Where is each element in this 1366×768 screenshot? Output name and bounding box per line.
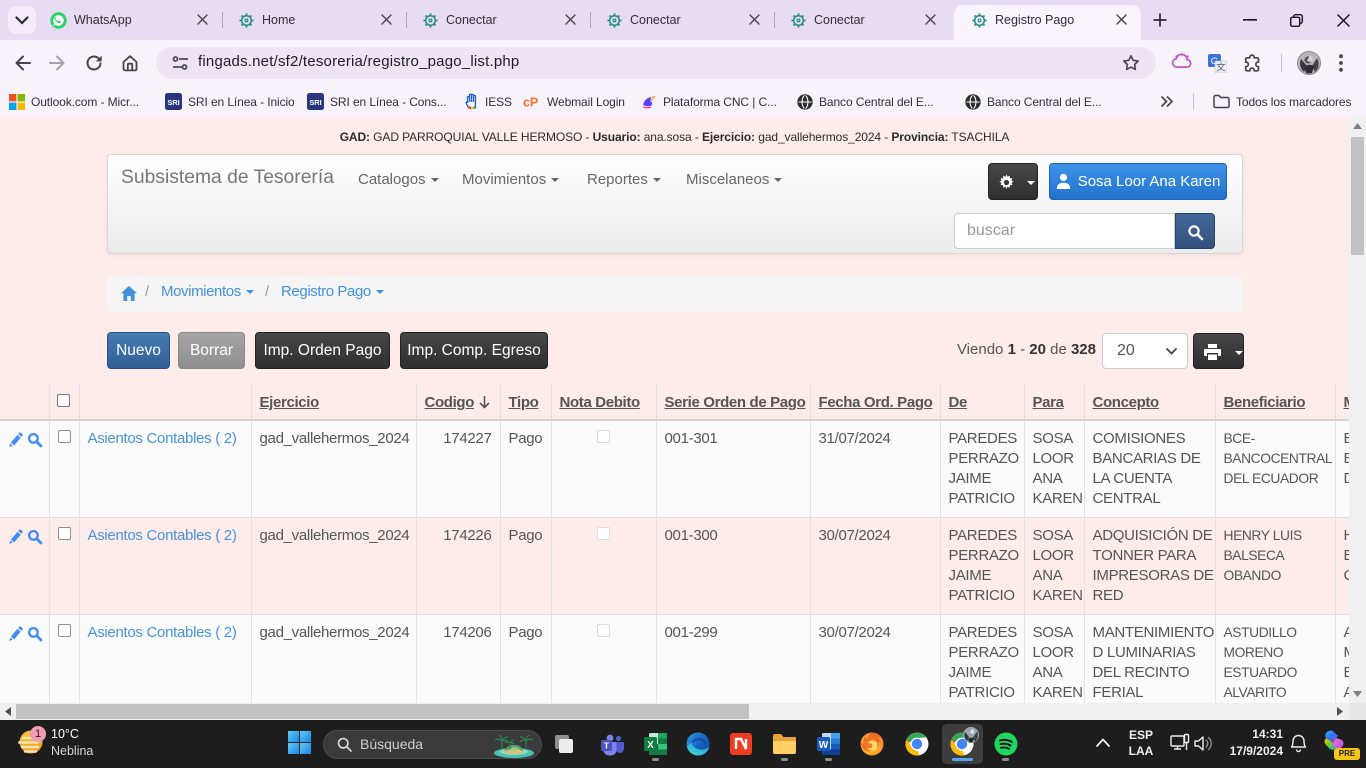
svg-text:X: X	[647, 740, 654, 751]
svg-text:文: 文	[1216, 62, 1226, 74]
svg-text:SRI: SRI	[167, 98, 179, 107]
svg-text:W: W	[819, 740, 829, 751]
svg-text:T: T	[604, 741, 610, 751]
svg-text:SRI: SRI	[309, 98, 321, 107]
svg-text:cP: cP	[523, 96, 538, 108]
